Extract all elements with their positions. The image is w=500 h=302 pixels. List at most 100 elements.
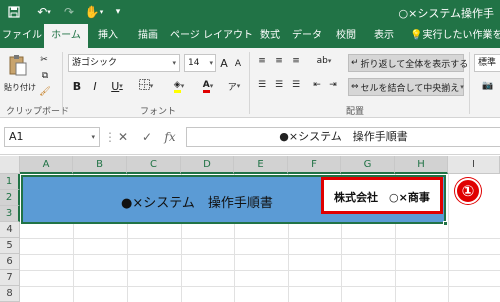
underline-letter: U xyxy=(111,79,120,93)
column-header-b[interactable]: B xyxy=(73,156,127,174)
group-divider xyxy=(469,52,470,114)
underline-button[interactable]: U ▾ xyxy=(106,78,128,94)
name-box[interactable]: A1 ▾ xyxy=(4,127,100,147)
customize-qat-icon[interactable]: ▾ xyxy=(112,4,124,20)
row-header-8[interactable]: 8 xyxy=(0,286,20,302)
grow-font-button[interactable]: A xyxy=(218,54,230,72)
insert-function-button[interactable]: fx xyxy=(160,127,180,147)
chevron-down-icon: ▾ xyxy=(180,82,185,90)
save-icon[interactable] xyxy=(6,4,22,20)
row-header-5[interactable]: 5 xyxy=(0,238,20,254)
merged-title-cell[interactable]: ●×システム 操作手順書 株式会社 ○×商事 xyxy=(21,175,446,224)
column-header-i[interactable]: I xyxy=(448,156,500,174)
column-header-g[interactable]: G xyxy=(341,156,395,174)
undo-icon[interactable]: ↶ ▾ xyxy=(34,4,54,20)
bold-button[interactable]: B xyxy=(70,78,84,94)
align-center-icon[interactable]: ☰ xyxy=(272,78,286,92)
column-header-e[interactable]: E xyxy=(234,156,288,174)
touch-mode-icon[interactable]: ✋ ▾ xyxy=(84,4,104,20)
chevron-down-icon: ▾ xyxy=(149,82,154,90)
formula-bar-grip[interactable]: ⋮ xyxy=(104,127,116,147)
row-header-1[interactable]: 1 xyxy=(0,174,20,190)
decrease-indent-icon[interactable]: ⇤ xyxy=(310,78,324,92)
tell-me-search[interactable]: 💡実行したい作業を入 xyxy=(410,24,500,48)
tab-view[interactable]: 表示 xyxy=(368,24,400,48)
ribbon-home: 貼り付け ✂ ⧉ 🖌 クリップボード 游ゴシック ▾ 14 ▾ A A B I … xyxy=(0,48,500,118)
group-divider xyxy=(249,52,250,114)
column-header-a[interactable]: A xyxy=(20,156,73,174)
company-name-text: 株式会社 ○×商事 xyxy=(334,191,430,204)
enter-entry-button[interactable]: ✓ xyxy=(138,127,156,147)
title-bar: ↶ ▾ ↷ ✋ ▾ ▾ ○×システム操作手 xyxy=(0,0,500,24)
number-format-select[interactable]: 標準 xyxy=(474,54,500,72)
row-header-2[interactable]: 2 xyxy=(0,190,20,206)
font-color-button[interactable]: A ▾ xyxy=(196,78,220,94)
font-size-select[interactable]: 14 ▾ xyxy=(184,54,216,72)
copy-icon[interactable]: ⧉ xyxy=(38,70,52,82)
merge-center-label: セルを結合して中央揃え xyxy=(360,83,460,94)
gridline xyxy=(20,254,500,255)
tab-home[interactable]: ホーム xyxy=(44,24,88,48)
paste-button[interactable]: 貼り付け xyxy=(2,80,38,94)
chevron-down-icon: ▾ xyxy=(327,57,332,65)
italic-button[interactable]: I xyxy=(88,78,102,94)
merged-cell-text: ●×システム 操作手順書 xyxy=(121,196,273,211)
row-header-6[interactable]: 6 xyxy=(0,254,20,270)
chevron-down-icon: ▾ xyxy=(209,82,214,90)
wrap-text-icon: ↵ xyxy=(351,58,359,68)
alignment-group-label: 配置 xyxy=(346,107,365,117)
furigana-button[interactable]: ア ▾ xyxy=(224,78,244,94)
formula-input[interactable]: ●×システム 操作手順書 xyxy=(186,127,500,147)
fill-bucket-icon: ◈ xyxy=(173,80,181,93)
increase-indent-icon[interactable]: ⇥ xyxy=(326,78,340,92)
select-all-corner[interactable] xyxy=(0,156,20,174)
paste-icon[interactable] xyxy=(4,52,32,78)
column-header-f[interactable]: F xyxy=(288,156,341,174)
chevron-down-icon: ▾ xyxy=(209,59,213,67)
borders-button[interactable]: ▾ xyxy=(134,78,158,94)
formula-value: ●×システム 操作手順書 xyxy=(279,130,408,143)
fill-handle[interactable] xyxy=(443,221,448,226)
align-left-icon[interactable]: ☰ xyxy=(255,78,269,92)
merge-center-button[interactable]: ⇔ セルを結合して中央揃え ▾ xyxy=(348,78,464,96)
shrink-font-letter: A xyxy=(234,59,242,69)
column-header-d[interactable]: D xyxy=(181,156,234,174)
check-icon: ✓ xyxy=(141,130,153,144)
fill-color-button[interactable]: ◈ ▾ xyxy=(166,78,192,94)
currency-format-icon[interactable]: 📷 xyxy=(476,78,500,94)
tab-file[interactable]: ファイル xyxy=(0,24,44,48)
row-header-7[interactable]: 7 xyxy=(0,270,20,286)
tab-page-layout[interactable]: ページ レイアウト xyxy=(170,24,253,48)
shrink-font-button[interactable]: A xyxy=(232,56,244,72)
gridline xyxy=(20,238,500,239)
align-middle-icon[interactable]: ≡ xyxy=(272,54,286,68)
tab-data[interactable]: データ xyxy=(290,24,324,48)
cut-icon[interactable]: ✂ xyxy=(38,54,50,66)
wrap-text-label: 折り返して全体を表示する xyxy=(360,59,469,70)
wrap-text-button[interactable]: ↵ 折り返して全体を表示する xyxy=(348,54,468,72)
merge-center-icon: ⇔ xyxy=(351,82,359,92)
orientation-icon[interactable]: ab ▾ xyxy=(312,54,336,68)
bold-letter: B xyxy=(72,79,82,93)
column-header-c[interactable]: C xyxy=(127,156,181,174)
chevron-down-icon: ▾ xyxy=(172,59,176,67)
cancel-icon: ✕ xyxy=(117,130,129,144)
row-header-3[interactable]: 3 xyxy=(0,206,20,222)
italic-letter: I xyxy=(93,79,97,93)
gridline xyxy=(20,286,500,287)
align-right-icon[interactable]: ☰ xyxy=(289,78,303,92)
row-header-4[interactable]: 4 xyxy=(0,222,20,238)
tab-review[interactable]: 校閲 xyxy=(330,24,362,48)
format-painter-icon[interactable]: 🖌 xyxy=(38,86,52,98)
tab-formulas[interactable]: 数式 xyxy=(254,24,286,48)
redo-icon[interactable]: ↷ xyxy=(60,4,78,20)
worksheet-grid[interactable]: A B C D E F G H I 1 2 3 4 5 6 7 8 ●×システム… xyxy=(0,156,500,302)
grow-font-letter: A xyxy=(220,56,228,70)
column-header-h[interactable]: H xyxy=(395,156,448,174)
font-name-select[interactable]: 游ゴシック ▾ xyxy=(68,54,180,72)
align-top-icon[interactable]: ≡ xyxy=(255,54,269,68)
cancel-entry-button[interactable]: ✕ xyxy=(114,127,132,147)
align-bottom-icon[interactable]: ≡ xyxy=(289,54,303,68)
tab-draw[interactable]: 描画 xyxy=(132,24,164,48)
tab-insert[interactable]: 挿入 xyxy=(92,24,124,48)
